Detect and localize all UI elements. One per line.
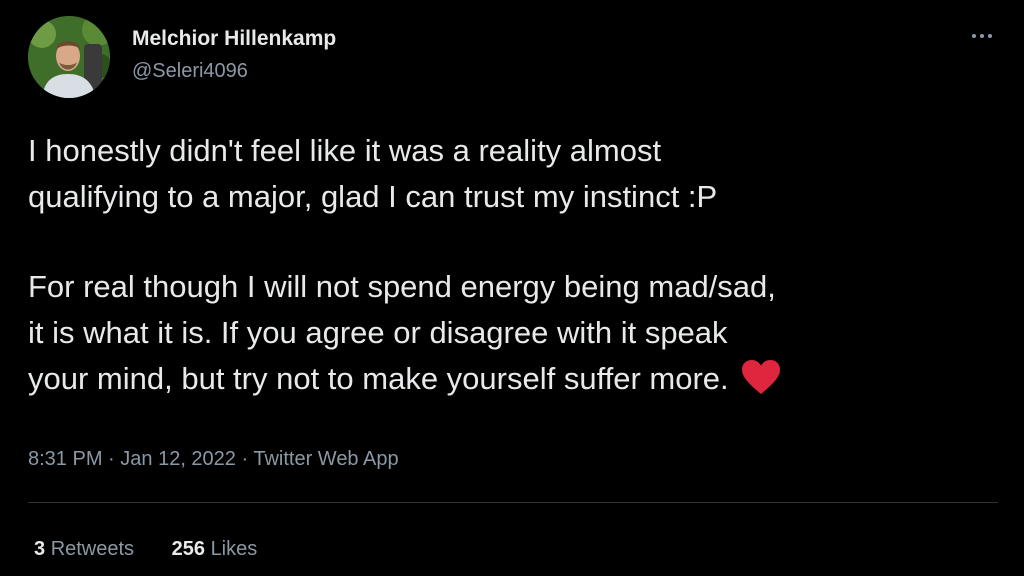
meta-separator: · bbox=[235, 448, 254, 470]
likes-count: 256 bbox=[171, 538, 205, 560]
user-handle[interactable]: @Seleri4096 bbox=[132, 56, 336, 86]
divider bbox=[28, 502, 998, 503]
profile-photo-icon bbox=[28, 16, 110, 98]
author-block: Melchior Hillenkamp @Seleri4096 bbox=[132, 24, 336, 86]
retweets-label: Retweets bbox=[50, 538, 135, 560]
meta-separator: · bbox=[102, 448, 121, 470]
tweet-line: For real though I will not spend energy … bbox=[28, 269, 776, 304]
likes-label: Likes bbox=[210, 538, 258, 560]
more-options-icon[interactable] bbox=[962, 24, 1002, 48]
retweets-stat[interactable]: 3 Retweets bbox=[34, 534, 134, 564]
tweet-date: Jan 12, 2022 bbox=[120, 448, 236, 470]
heart-icon bbox=[741, 359, 781, 408]
engagement-stats: 3 Retweets 256 Likes bbox=[34, 534, 257, 564]
display-name[interactable]: Melchior Hillenkamp bbox=[132, 24, 336, 54]
tweet-line-text: your mind, but try not to make yourself … bbox=[28, 361, 729, 396]
timestamp-link[interactable]: 8:31 PM · Jan 12, 2022 bbox=[28, 448, 236, 470]
likes-stat[interactable]: 256 Likes bbox=[172, 534, 258, 564]
avatar[interactable] bbox=[28, 16, 110, 98]
tweet-time: 8:31 PM bbox=[28, 448, 103, 470]
tweet-line-last: your mind, but try not to make yourself … bbox=[28, 356, 1008, 408]
tweet-card: Melchior Hillenkamp @Seleri4096 I honest… bbox=[0, 0, 1024, 576]
tweet-text: I honestly didn't feel like it was a rea… bbox=[28, 128, 1008, 408]
retweets-count: 3 bbox=[34, 538, 46, 560]
tweet-line: I honestly didn't feel like it was a rea… bbox=[28, 133, 662, 168]
tweet-line: it is what it is. If you agree or disagr… bbox=[28, 315, 728, 350]
tweet-line: qualifying to a major, glad I can trust … bbox=[28, 179, 718, 214]
source-label[interactable]: Twitter Web App bbox=[253, 448, 398, 470]
tweet-metadata: 8:31 PM · Jan 12, 2022 · Twitter Web App bbox=[28, 444, 399, 474]
